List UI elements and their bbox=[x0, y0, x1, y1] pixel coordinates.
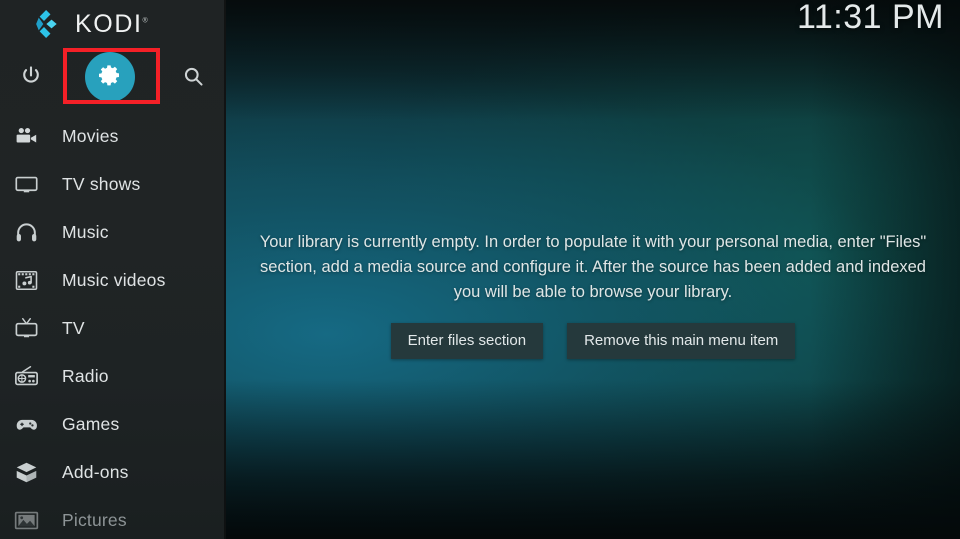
search-icon bbox=[182, 65, 205, 88]
brand-name: KODI® bbox=[75, 9, 148, 38]
status-clock: 11:31 PM bbox=[796, 0, 944, 36]
sidebar-item-music[interactable]: Music bbox=[0, 208, 226, 256]
power-icon bbox=[20, 65, 42, 87]
sidebar: KODI® Movies TV shows Music Music videos… bbox=[0, 0, 226, 539]
sidebar-item-label: Music bbox=[62, 221, 109, 242]
film-music-icon bbox=[2, 256, 50, 304]
sidebar-item-games[interactable]: Games bbox=[0, 400, 226, 448]
kodi-logo-icon bbox=[36, 10, 66, 38]
sidebar-menu: Movies TV shows Music Music videos TV Ra… bbox=[0, 112, 226, 539]
sidebar-item-label: Radio bbox=[62, 365, 109, 386]
empty-library-message: Your library is currently empty. In orde… bbox=[259, 233, 927, 301]
search-button[interactable] bbox=[165, 48, 221, 104]
sidebar-top-actions bbox=[0, 48, 226, 104]
enter-files-section-button[interactable]: Enter files section bbox=[390, 323, 544, 359]
sidebar-item-label: Movies bbox=[62, 125, 119, 146]
power-button[interactable] bbox=[3, 48, 59, 104]
sidebar-item-label: Pictures bbox=[62, 509, 127, 530]
sidebar-item-pictures[interactable]: Pictures bbox=[0, 496, 226, 539]
pictures-icon bbox=[2, 496, 50, 539]
gamepad-icon bbox=[2, 400, 50, 448]
sidebar-item-label: Add-ons bbox=[62, 461, 129, 482]
empty-library-actions: Enter files section Remove this main men… bbox=[390, 323, 796, 359]
sidebar-item-label: Music videos bbox=[62, 269, 166, 290]
sidebar-item-tv[interactable]: TV bbox=[0, 304, 226, 352]
monitor-icon bbox=[2, 160, 50, 208]
remove-main-menu-item-button[interactable]: Remove this main menu item bbox=[567, 323, 796, 359]
sidebar-item-add-ons[interactable]: Add-ons bbox=[0, 448, 226, 496]
brand-logo: KODI® bbox=[36, 5, 148, 43]
addon-box-icon bbox=[2, 448, 50, 496]
sidebar-item-music-videos[interactable]: Music videos bbox=[0, 256, 226, 304]
sidebar-item-movies[interactable]: Movies bbox=[0, 112, 226, 160]
kodi-home-screen: 11:31 PM Your library is currently empty… bbox=[0, 0, 960, 539]
sidebar-item-label: Games bbox=[62, 413, 120, 434]
television-icon bbox=[2, 304, 50, 352]
sidebar-item-tv-shows[interactable]: TV shows bbox=[0, 160, 226, 208]
brand-trademark: ® bbox=[142, 17, 148, 25]
radio-icon bbox=[2, 352, 50, 400]
sidebar-item-label: TV shows bbox=[62, 173, 141, 194]
settings-button[interactable] bbox=[85, 52, 135, 102]
sidebar-item-radio[interactable]: Radio bbox=[0, 352, 226, 400]
gear-icon bbox=[98, 63, 122, 92]
movie-camera-icon bbox=[2, 112, 50, 160]
main-content: Your library is currently empty. In orde… bbox=[226, 0, 960, 539]
sidebar-item-label: TV bbox=[62, 317, 85, 338]
headphones-icon bbox=[2, 208, 50, 256]
